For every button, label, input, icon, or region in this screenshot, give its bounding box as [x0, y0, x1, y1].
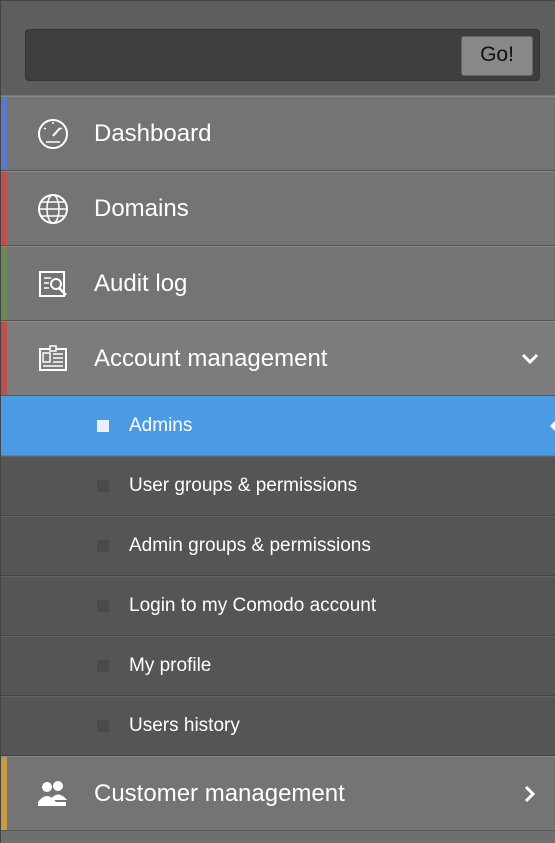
- bullet-icon: [97, 660, 109, 672]
- customers-icon: [35, 776, 71, 812]
- menu-item-label: Account management: [94, 344, 328, 372]
- sidebar-bottom: [1, 831, 555, 843]
- chevron-right-icon[interactable]: [520, 784, 540, 804]
- submenu-item-admins[interactable]: Admins: [1, 396, 555, 456]
- menu-item-account-management[interactable]: Account management: [1, 321, 555, 396]
- menu-item-dashboard[interactable]: Dashboard: [1, 96, 555, 171]
- submenu-item-my-profile[interactable]: My profile: [1, 636, 555, 696]
- submenu-item-label: Login to my Comodo account: [129, 595, 377, 616]
- account-management-submenu: Admins User groups & permissions Admin g…: [1, 396, 555, 756]
- menu-item-label: Customer management: [94, 779, 345, 807]
- submenu-item-label: Admin groups & permissions: [129, 535, 371, 556]
- account-card-icon: [35, 341, 71, 377]
- menu-item-label: Dashboard: [94, 119, 212, 147]
- accent-bar: [1, 172, 7, 245]
- go-button[interactable]: Go!: [461, 36, 533, 76]
- submenu-item-user-groups[interactable]: User groups & permissions: [1, 456, 555, 516]
- menu-item-label: Domains: [94, 194, 189, 222]
- menu-item-domains[interactable]: Domains: [1, 171, 555, 246]
- globe-icon: [35, 191, 71, 227]
- search-box: Go!: [25, 29, 540, 81]
- menu-item-customer-management[interactable]: Customer management: [1, 756, 555, 831]
- search-area: Go!: [1, 1, 555, 96]
- chevron-down-icon[interactable]: [520, 349, 540, 369]
- submenu-item-label: My profile: [129, 655, 212, 676]
- bullet-icon: [97, 480, 109, 492]
- accent-bar: [1, 247, 7, 320]
- search-input[interactable]: [26, 30, 440, 80]
- submenu-item-login-comodo[interactable]: Login to my Comodo account: [1, 576, 555, 636]
- accent-bar: [1, 757, 7, 830]
- submenu-item-label: Admins: [129, 415, 193, 436]
- sidebar: Go! Dashboard Domains Audit log Account …: [0, 0, 555, 843]
- submenu-item-admin-groups[interactable]: Admin groups & permissions: [1, 516, 555, 576]
- menu-item-label: Audit log: [94, 269, 188, 297]
- bullet-icon: [97, 600, 109, 612]
- submenu-item-label: Users history: [129, 715, 240, 736]
- accent-bar: [1, 97, 7, 170]
- active-caret-icon: [550, 421, 555, 431]
- bullet-icon: [97, 420, 109, 432]
- bullet-icon: [97, 720, 109, 732]
- menu-item-audit-log[interactable]: Audit log: [1, 246, 555, 321]
- submenu-item-users-history[interactable]: Users history: [1, 696, 555, 756]
- dashboard-icon: [35, 116, 71, 152]
- bullet-icon: [97, 540, 109, 552]
- accent-bar: [1, 322, 7, 395]
- submenu-item-label: User groups & permissions: [129, 475, 358, 496]
- audit-log-icon: [35, 266, 71, 302]
